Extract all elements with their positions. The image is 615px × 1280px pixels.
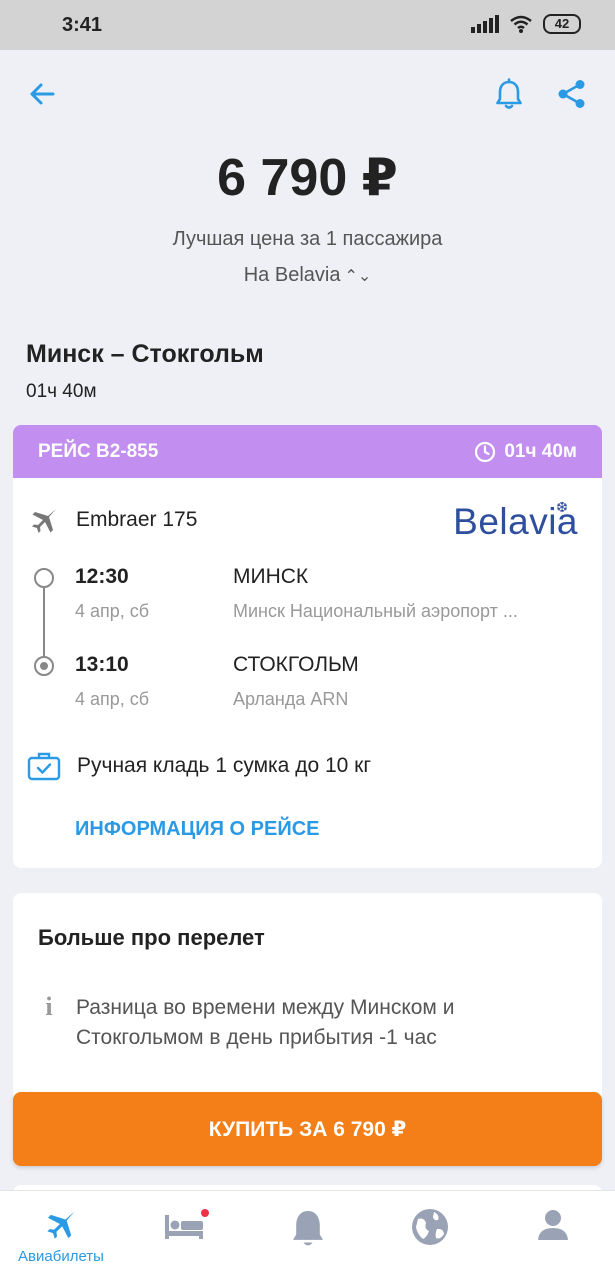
arrival-date: 4 апр, сб	[75, 689, 150, 709]
departure-time-block: 12:30 4 апр, сб	[75, 565, 149, 622]
timezone-note-text: Разница во времени между Минском и Стокг…	[76, 996, 455, 1049]
bottom-tab-bar: Авиабилеты	[0, 1190, 615, 1280]
price-heading: 6 790 ₽	[217, 149, 398, 207]
wifi-icon	[510, 15, 532, 33]
info-icon: i	[45, 992, 53, 1021]
departure-dot-icon	[34, 568, 54, 588]
arrival-place-block: СТОКГОЛЬМ Арланда ARN	[233, 653, 573, 710]
flight-duration: 01ч 40м	[474, 441, 577, 463]
timeline-line	[43, 588, 45, 656]
departure-place-block: МИНСК Минск Национальный аэропорт ...	[233, 565, 573, 622]
arrival-dot-icon	[34, 656, 54, 676]
updown-chevron-icon: ⌃⌄	[344, 268, 372, 285]
bell-icon	[289, 1207, 327, 1254]
flight-card: РЕЙС B2-855 01ч 40м Embraer 175 ❆ Belavi…	[13, 425, 602, 868]
airline-logo: Belavia	[453, 501, 578, 542]
baggage-text: Ручная кладь 1 сумка до 10 кг	[77, 754, 371, 777]
airline-selector-label: На Belavia	[243, 264, 341, 286]
tab-profile[interactable]	[503, 1191, 603, 1280]
status-time: 3:41	[62, 14, 103, 36]
share-icon	[558, 80, 585, 108]
more-title: Больше про перелет	[38, 925, 265, 950]
share-button[interactable]	[550, 72, 594, 116]
price-caption: Лучшая цена за 1 пассажира	[172, 228, 443, 250]
flight-duration-value: 01ч 40м	[504, 440, 577, 462]
flight-info-link[interactable]: ИНФОРМАЦИЯ О РЕЙСЕ	[75, 818, 320, 841]
departure-time: 12:30	[75, 565, 129, 588]
route-duration: 01ч 40м	[26, 381, 97, 402]
hotel-bed-icon	[163, 1207, 211, 1248]
signal-icon	[471, 15, 499, 33]
tab-explore[interactable]	[380, 1191, 480, 1280]
back-button[interactable]	[20, 72, 64, 116]
flight-card-header: РЕЙС B2-855 01ч 40м	[13, 425, 602, 478]
tab-flights-label: Авиабилеты	[18, 1248, 104, 1265]
plane-icon	[44, 1207, 78, 1246]
arrival-time: 13:10	[75, 653, 129, 676]
flight-number: РЕЙС B2-855	[38, 440, 159, 462]
arrival-time-block: 13:10 4 апр, сб	[75, 653, 149, 710]
aircraft-row: Embraer 175	[29, 505, 197, 535]
departure-airport: Минск Национальный аэропорт ...	[233, 601, 518, 621]
route-title: Минск – Стокгольм	[26, 340, 264, 368]
more-about-flight-card: Больше про перелет i Разница во времени …	[13, 893, 602, 1123]
departure-city: МИНСК	[233, 565, 309, 588]
arrival-city: СТОКГОЛЬМ	[233, 653, 359, 676]
baggage-check-icon	[27, 752, 61, 781]
globe-icon	[410, 1207, 450, 1252]
itinerary-timeline	[34, 568, 54, 676]
arrow-left-icon	[30, 83, 55, 105]
airline-selector[interactable]: На Belavia ⌃⌄	[0, 264, 615, 287]
status-bar: 3:41 42	[0, 0, 615, 50]
clock-icon	[475, 441, 496, 462]
airplane-icon	[32, 509, 56, 533]
tab-flights[interactable]: Авиабилеты	[11, 1191, 111, 1280]
buy-button[interactable]: КУПИТЬ ЗА 6 790 ₽	[13, 1092, 602, 1166]
timezone-note: i Разница во времени между Минском и Сто…	[38, 992, 536, 1053]
profile-icon	[535, 1207, 571, 1248]
tab-hotels[interactable]	[135, 1191, 235, 1280]
price-alert-button[interactable]	[487, 72, 531, 116]
hotels-badge	[199, 1207, 211, 1219]
tab-subscriptions[interactable]	[258, 1191, 358, 1280]
aircraft-model: Embraer 175	[76, 508, 198, 531]
battery-indicator: 42	[543, 14, 581, 34]
departure-date: 4 апр, сб	[75, 601, 150, 621]
arrival-airport: Арланда ARN	[233, 689, 349, 709]
bell-icon	[496, 78, 522, 109]
baggage-row: Ручная кладь 1 сумка до 10 кг	[27, 751, 371, 781]
status-icons: 42	[471, 14, 581, 34]
